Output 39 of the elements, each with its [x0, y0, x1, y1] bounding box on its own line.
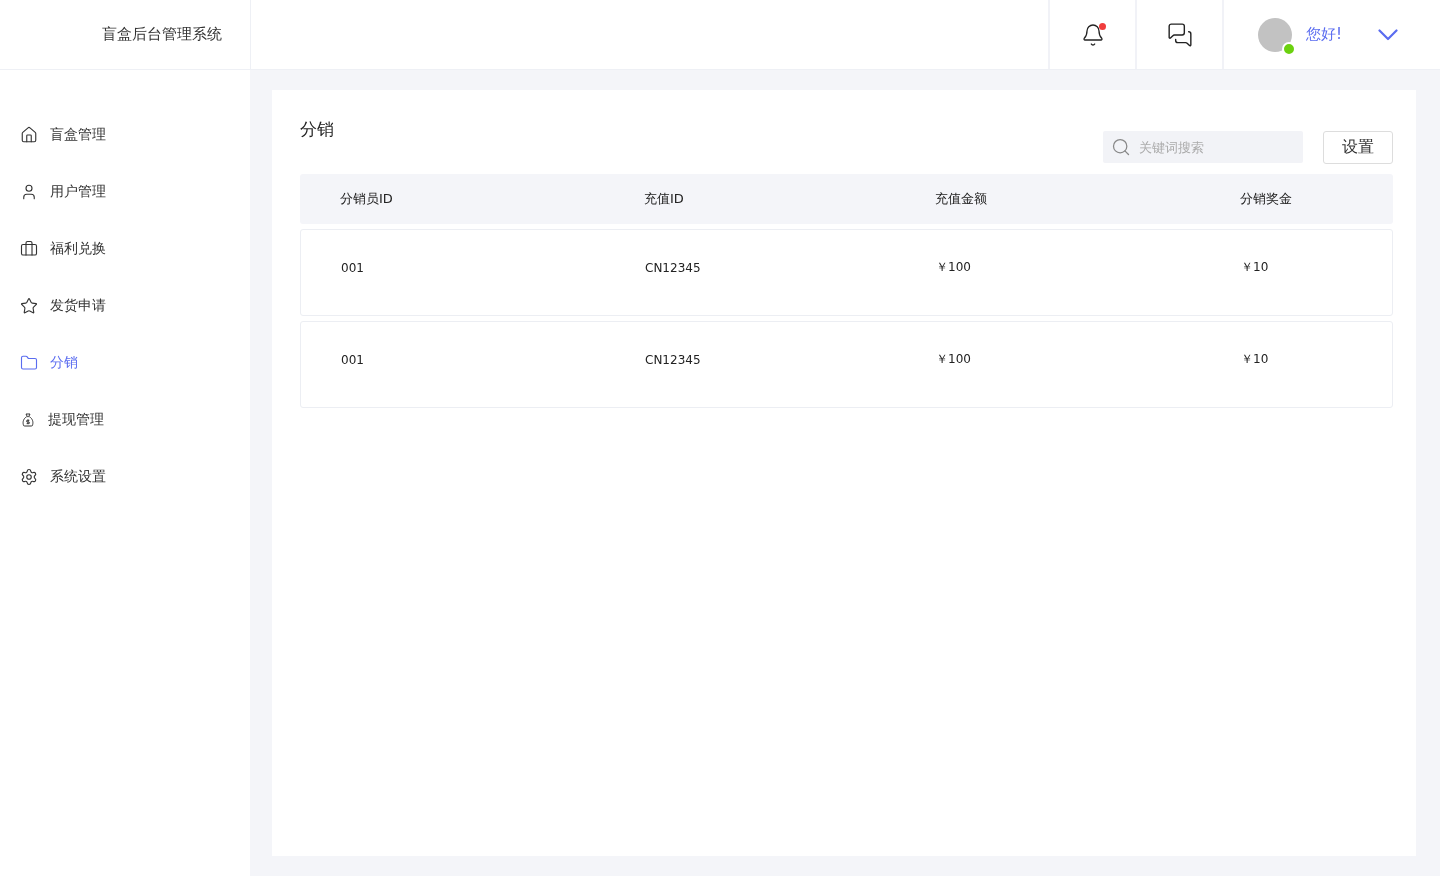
star-icon — [20, 296, 38, 315]
sidebar-item[interactable]: 发货申请 — [0, 277, 250, 334]
briefcase-icon — [20, 239, 38, 258]
column-header: 充值ID — [644, 190, 685, 208]
column-header: 分销员ID — [340, 190, 394, 208]
column-header: 充值金额 — [935, 190, 988, 208]
table-cell-text: ￥10 — [1241, 351, 1270, 368]
table-cell-text: CN12345 — [645, 352, 702, 367]
settings-button[interactable]: 设置 — [1323, 131, 1393, 164]
dropdown-button[interactable] — [1378, 28, 1398, 41]
sidebar-item[interactable]: 提现管理 — [0, 391, 250, 448]
table-cell-text: 001 — [341, 352, 365, 367]
notification-button[interactable] — [1080, 22, 1105, 47]
home-icon — [20, 125, 38, 144]
app-title: 盲盒后台管理系统 — [102, 25, 222, 44]
messages-button[interactable] — [1166, 21, 1193, 48]
table-cell-text: ￥10 — [1241, 259, 1270, 276]
sidebar-item[interactable]: 用户管理 — [0, 163, 250, 220]
sidebar-item[interactable]: 系统设置 — [0, 448, 250, 505]
table-cell-text: CN12345 — [645, 260, 702, 275]
chat-bubbles-icon — [1166, 21, 1193, 48]
sidebar-item[interactable]: 福利兑换 — [0, 220, 250, 277]
greeting: 您好! — [1306, 25, 1342, 44]
table-cell-text: ￥100 — [936, 259, 972, 276]
table-cell-text: 001 — [341, 260, 365, 275]
table-cell-text: ￥100 — [936, 351, 972, 368]
search-field[interactable]: 关键词搜索 — [1103, 131, 1303, 163]
chevron-down-icon — [1378, 28, 1398, 41]
money-bag-icon — [20, 411, 36, 428]
column-header: 分销奖金 — [1240, 190, 1293, 208]
page-title: 分销 — [300, 118, 334, 141]
sidebar-item[interactable]: 盲盒管理 — [0, 106, 250, 163]
user-icon — [20, 182, 38, 201]
sidebar-item[interactable]: 分销 — [0, 334, 250, 391]
settings-icon — [20, 467, 38, 486]
online-status-dot — [1282, 41, 1296, 56]
folder-icon — [20, 353, 38, 372]
search-icon — [1111, 137, 1131, 157]
bell-icon — [1080, 22, 1105, 47]
